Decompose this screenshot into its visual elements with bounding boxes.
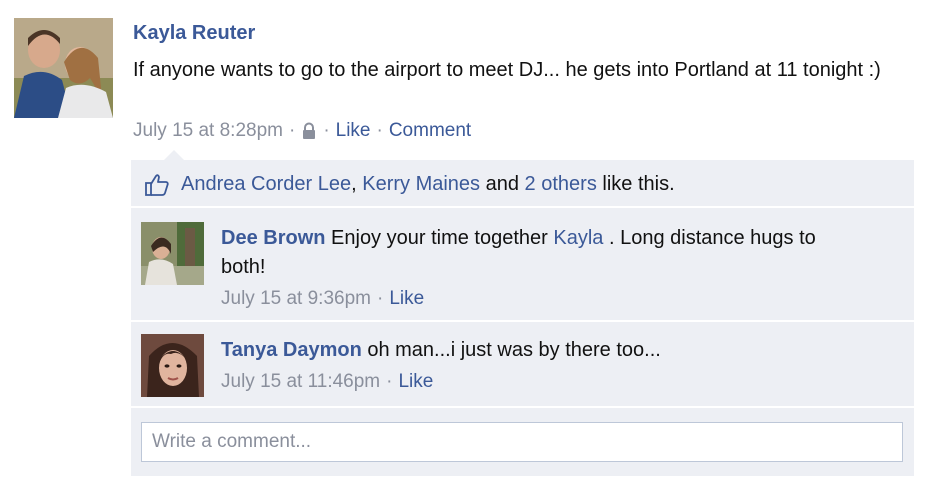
likes-comma: , bbox=[351, 173, 357, 195]
comment-item: Dee Brown Enjoy your time together Kayla… bbox=[131, 210, 914, 322]
post-author-name[interactable]: Kayla Reuter bbox=[133, 22, 255, 45]
mention-link[interactable]: Kayla bbox=[553, 227, 603, 249]
commenter-avatar[interactable] bbox=[141, 334, 204, 397]
comment-item: Tanya Daymon oh man...i just was by ther… bbox=[131, 322, 914, 408]
comment-timestamp[interactable]: July 15 at 11:46pm bbox=[221, 371, 380, 392]
likes-others-link[interactable]: 2 others bbox=[525, 173, 597, 195]
comment-text: oh man...i just was by there too... bbox=[367, 339, 661, 361]
comment-like-link[interactable]: Like bbox=[398, 371, 433, 392]
thumbs-up-icon bbox=[144, 173, 170, 197]
likes-summary: Andrea Corder Lee, Kerry Maines and 2 ot… bbox=[131, 160, 914, 208]
post-text: If anyone wants to go to the airport to … bbox=[133, 59, 881, 81]
separator: · bbox=[376, 288, 384, 309]
separator: · bbox=[288, 120, 296, 141]
liker-link[interactable]: Andrea Corder Lee bbox=[181, 173, 351, 195]
post-author-avatar[interactable] bbox=[14, 18, 113, 118]
comment-link[interactable]: Comment bbox=[389, 120, 471, 142]
likes-and: and bbox=[485, 173, 519, 195]
lock-icon bbox=[301, 122, 317, 140]
comment-text: Enjoy your time together bbox=[331, 227, 548, 249]
write-comment-input[interactable] bbox=[141, 422, 903, 462]
comment-timestamp[interactable]: July 15 at 9:36pm bbox=[221, 288, 371, 309]
comments-panel: Andrea Corder Lee, Kerry Maines and 2 ot… bbox=[131, 160, 914, 476]
separator: · bbox=[386, 371, 393, 392]
comment-like-link[interactable]: Like bbox=[389, 288, 424, 309]
commenter-name[interactable]: Dee Brown bbox=[221, 227, 325, 249]
post-timestamp[interactable]: July 15 at 8:28pm bbox=[133, 120, 283, 142]
liker-link[interactable]: Kerry Maines bbox=[362, 173, 480, 195]
separator: · bbox=[323, 120, 330, 141]
comment-meta: July 15 at 9:36pm · Like bbox=[221, 284, 861, 313]
separator: · bbox=[376, 120, 383, 141]
commenter-avatar[interactable] bbox=[141, 222, 204, 285]
post-meta: July 15 at 8:28pm · · Like · Comment bbox=[133, 120, 471, 142]
comment-composer bbox=[131, 410, 914, 476]
like-link[interactable]: Like bbox=[336, 120, 371, 142]
comment-meta: July 15 at 11:46pm · Like bbox=[221, 367, 861, 396]
likes-text: Andrea Corder Lee, Kerry Maines and 2 ot… bbox=[181, 173, 675, 196]
likes-suffix: like this. bbox=[602, 173, 675, 195]
commenter-name[interactable]: Tanya Daymon bbox=[221, 339, 362, 361]
